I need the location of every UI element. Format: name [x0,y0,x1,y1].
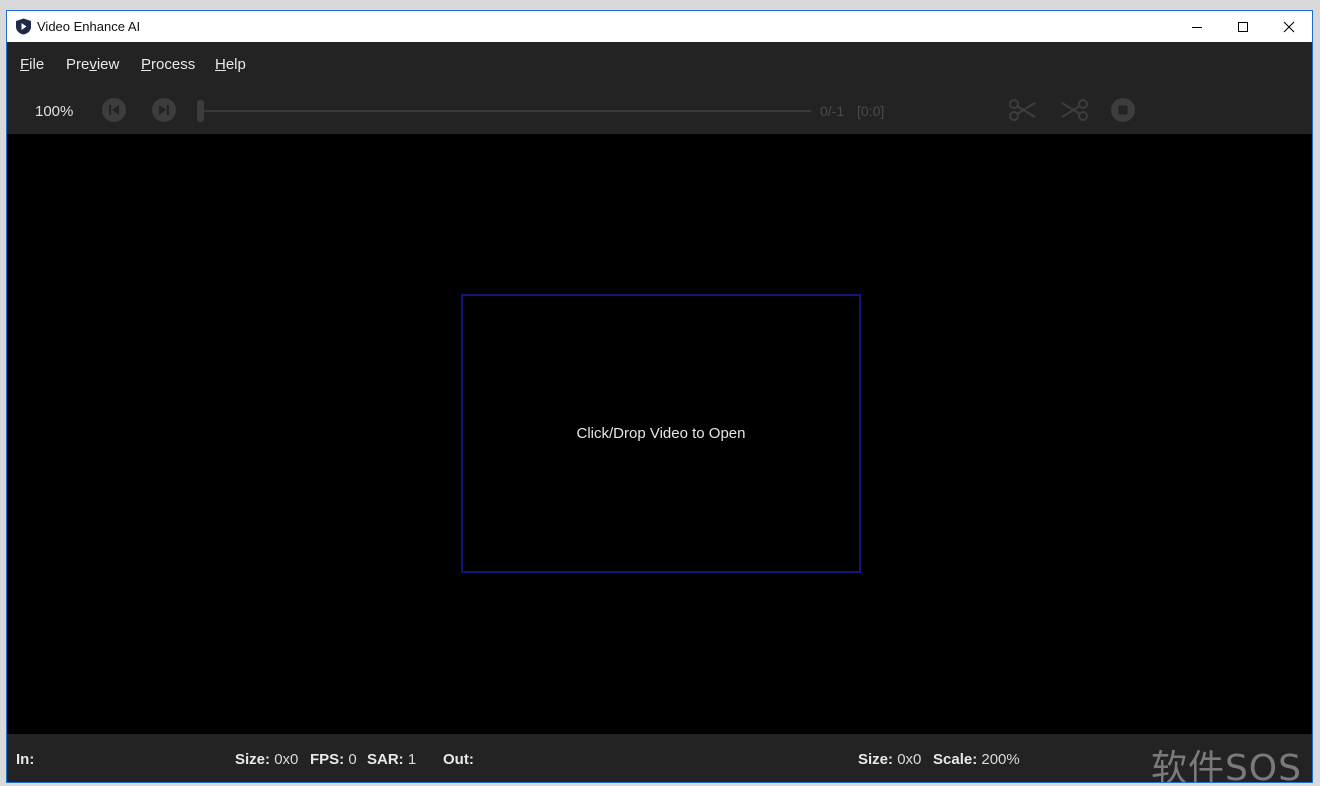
skip-back-icon[interactable] [101,97,127,123]
menu-help-mnemonic: H [215,56,226,73]
timeline-slider[interactable] [201,110,811,112]
window-title: Video Enhance AI [37,19,141,34]
out-label: Out: [443,751,474,768]
status-bar: In: Size: 0x0 FPS: 0 SAR: 1 Out: Size: 0… [7,734,1312,783]
menu-help-label: elp [225,56,246,73]
skip-forward-icon[interactable] [151,97,177,123]
app-logo-icon [16,18,31,35]
fps-label: FPS: [310,751,345,768]
menu-file-label: ile [29,56,45,73]
video-canvas[interactable]: Click/Drop Video to Open [7,134,1312,734]
scale-value: 200% [981,751,1020,768]
menu-process-label: rocess [151,56,196,73]
in-label: In: [16,751,35,768]
drop-zone[interactable]: Click/Drop Video to Open [461,294,861,573]
sar-label: SAR: [367,751,404,768]
fps-value: 0 [348,751,357,768]
stop-icon[interactable] [1110,97,1136,123]
sar-value: 1 [407,751,417,768]
close-icon [1283,21,1295,32]
menu-preview-mnemonic: v [89,56,97,73]
split-scissors-icon[interactable] [1059,97,1089,123]
watermark: 软件SOS [1150,748,1302,783]
timeline-slider-handle[interactable] [197,100,204,122]
title-bar: Video Enhance AI [7,11,1312,42]
menu-process-mnemonic: P [141,56,152,73]
minimize-icon [1192,26,1202,28]
out-size-label: Size: [858,751,894,768]
menu-file-mnemonic: F [20,56,30,73]
app-window: Video Enhance AI File Preview Process He… [6,10,1313,783]
frame-counter: 0/-1 [820,103,845,119]
menu-preview[interactable]: Preview [66,56,119,73]
menu-bar: File Preview Process Help [7,42,1312,86]
menu-file[interactable]: File [20,56,44,73]
in-size-value: 0x0 [274,751,299,768]
maximize-button[interactable] [1220,11,1266,42]
menu-preview-label-start: Pre [66,56,90,73]
scissors-icon[interactable] [1008,97,1038,123]
drop-prompt: Click/Drop Video to Open [576,425,746,442]
zoom-level[interactable]: 100% [35,103,73,120]
frame-range: [0:0] [857,103,885,119]
toolbar: 100% 0/-1 [0:0] [7,86,1312,134]
menu-preview-label-end: iew [96,56,120,73]
minimize-button[interactable] [1174,11,1220,42]
menu-help[interactable]: Help [215,56,246,73]
scale-label: Scale: [933,751,978,768]
in-size-label: Size: [235,751,271,768]
menu-process[interactable]: Process [141,56,195,73]
out-size-value: 0x0 [897,751,922,768]
maximize-icon [1238,21,1248,32]
close-button[interactable] [1266,11,1312,42]
